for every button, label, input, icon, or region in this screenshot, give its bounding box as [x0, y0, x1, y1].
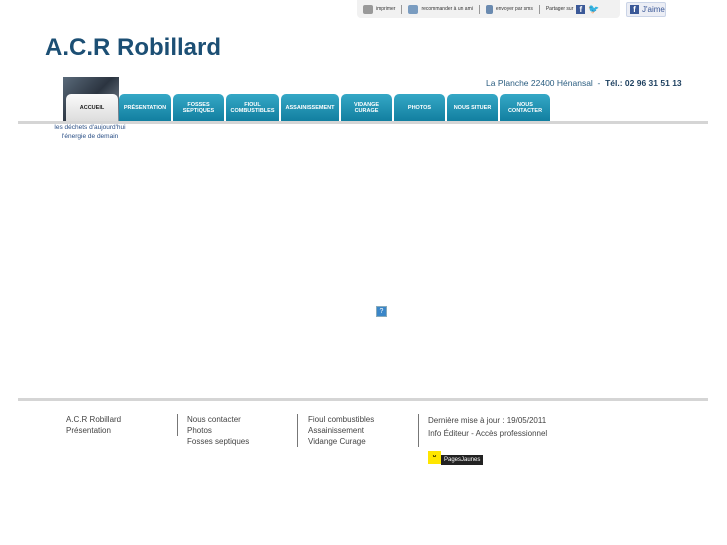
share-toolbar: imprimer recommander à un ami envoyer pa…	[357, 0, 620, 18]
like-button[interactable]: f J'aime	[626, 2, 666, 17]
last-updated: Dernière mise à jour : 19/05/2011	[428, 416, 547, 425]
separator: -	[471, 429, 474, 438]
recommend-link[interactable]: recommander à un ami	[421, 6, 472, 12]
pagesjaunes-logo[interactable]: ᵕ PagesJaunes	[428, 450, 484, 465]
tab-fioul-combustibles[interactable]: FIOUL COMBUSTIBLES	[226, 94, 279, 121]
share-label: Partager sur	[545, 6, 574, 12]
tab-fosses-septiques[interactable]: FOSSES SEPTIQUES	[173, 94, 224, 121]
facebook-icon: f	[630, 5, 639, 14]
site-title[interactable]: A.C.R Robillard	[45, 34, 221, 62]
tab-accueil[interactable]: ACCUEIL	[66, 94, 118, 121]
print-link[interactable]: imprimer	[376, 6, 395, 12]
footer-separator	[297, 414, 298, 447]
slogan: les déchets d'aujourd'hui l'énergie de de…	[50, 123, 130, 141]
footer-links: Info Éditeur - Accès professionnel	[428, 427, 547, 440]
tab-nous-contacter[interactable]: NOUS CONTACTER	[500, 94, 550, 121]
tab-assainissement[interactable]: ASSAINISSEMENT	[281, 94, 339, 121]
pagesjaunes-label: PagesJaunes	[441, 454, 484, 465]
footer-separator	[418, 414, 419, 447]
footer-col-3: Fioul combustibles Assainissement Vidang…	[308, 414, 374, 447]
recommend-icon[interactable]	[408, 4, 419, 14]
tab-photos[interactable]: PHOTOS	[394, 94, 445, 121]
facebook-icon[interactable]: f	[576, 4, 586, 14]
footer-link[interactable]: Présentation	[66, 425, 121, 436]
footer-col-2: Nous contacter Photos Fosses septiques	[187, 414, 249, 447]
missing-plugin-icon[interactable]: ?	[376, 306, 387, 317]
footer-link[interactable]: Fosses septiques	[187, 436, 249, 447]
acces-pro-link[interactable]: Accès professionnel	[476, 429, 548, 438]
footer-col-1: A.C.R Robillard Présentation	[66, 414, 121, 436]
footer-separator	[177, 414, 178, 436]
phone: Tél.: 02 96 31 51 13	[605, 78, 682, 88]
tab-presentation[interactable]: PRÉSENTATION	[119, 94, 171, 121]
smiley-icon: ᵕ	[428, 451, 441, 464]
footer-link[interactable]: Nous contacter	[187, 414, 249, 425]
contact-info: La Planche 22400 Hénansal - Tél.: 02 96 …	[486, 78, 682, 88]
footer-link[interactable]: Photos	[187, 425, 249, 436]
twitter-icon[interactable]: 🐦	[588, 4, 599, 15]
tab-nous-situer[interactable]: NOUS SITUER	[447, 94, 498, 121]
tab-vidange-curage[interactable]: VIDANGE CURAGE	[341, 94, 392, 121]
footer-link[interactable]: A.C.R Robillard	[66, 414, 121, 425]
phone-icon[interactable]	[485, 4, 493, 14]
footer-divider	[18, 398, 708, 401]
footer-col-4: Dernière mise à jour : 19/05/2011 Info É…	[428, 414, 547, 440]
like-label: J'aime	[642, 5, 665, 14]
slogan-line: les déchets d'aujourd'hui	[54, 124, 126, 131]
slogan-line: l'énergie de demain	[61, 133, 119, 140]
footer-link[interactable]: Vidange Curage	[308, 436, 374, 447]
info-editeur-link[interactable]: Info Éditeur	[428, 429, 469, 438]
address: La Planche 22400 Hénansal	[486, 78, 593, 88]
printer-icon[interactable]	[363, 4, 373, 14]
sms-link[interactable]: envoyer par sms	[496, 6, 533, 12]
footer-link[interactable]: Fioul combustibles	[308, 414, 374, 425]
footer-link[interactable]: Assainissement	[308, 425, 374, 436]
